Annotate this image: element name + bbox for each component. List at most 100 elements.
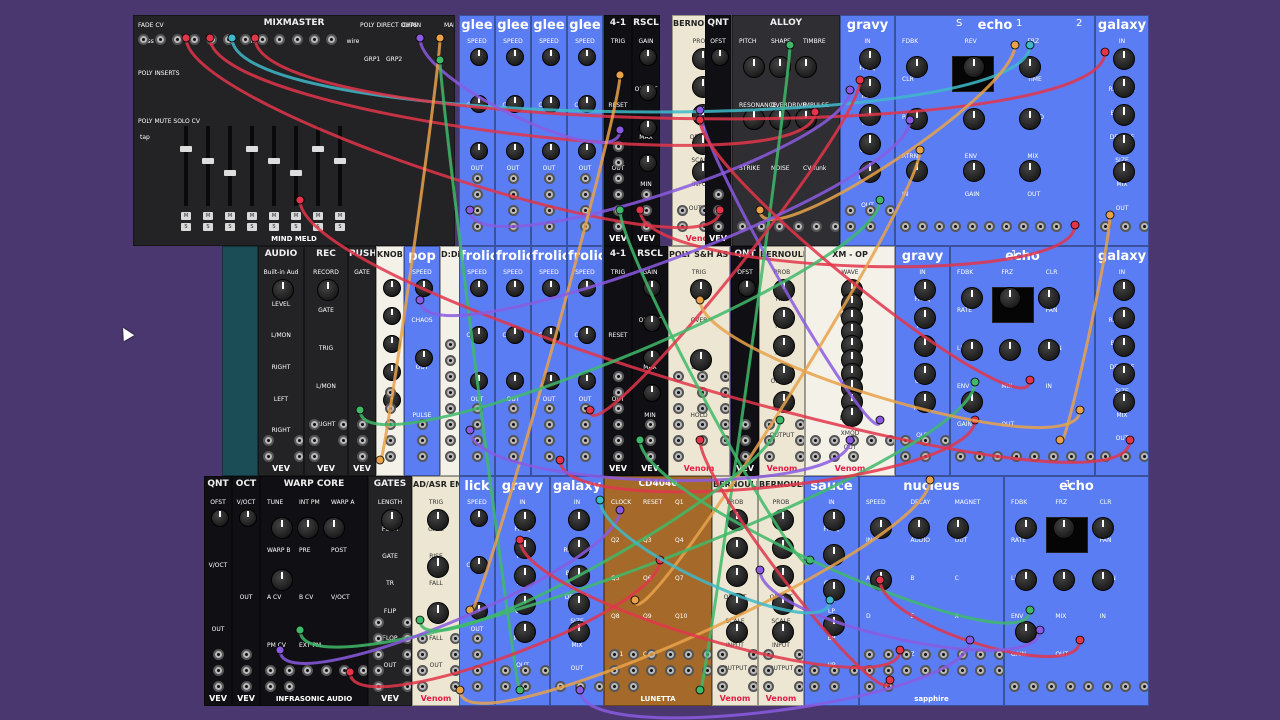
jack[interactable]: [613, 403, 624, 414]
jack[interactable]: [309, 451, 320, 462]
knob[interactable]: [506, 279, 524, 297]
jack[interactable]: [613, 387, 624, 398]
jack[interactable]: [828, 435, 840, 446]
knob[interactable]: [383, 307, 401, 325]
module-qnt3[interactable]: QNT OFST V/OCT OUT VEV: [204, 476, 232, 706]
jack[interactable]: [155, 34, 167, 45]
jack[interactable]: [544, 419, 555, 430]
jack[interactable]: [847, 451, 859, 462]
jack[interactable]: [580, 403, 591, 414]
jack[interactable]: [472, 221, 483, 232]
jack[interactable]: [274, 34, 286, 45]
knob[interactable]: [470, 95, 488, 113]
knob[interactable]: [271, 517, 293, 539]
jack[interactable]: [472, 403, 483, 414]
knob[interactable]: [726, 565, 748, 587]
knob[interactable]: [506, 325, 524, 344]
solo-button[interactable]: S: [313, 223, 323, 231]
jack[interactable]: [339, 665, 351, 676]
jack[interactable]: [613, 205, 624, 216]
jack[interactable]: [641, 205, 652, 216]
jack[interactable]: [283, 681, 295, 692]
jack[interactable]: [500, 665, 511, 676]
jack[interactable]: [500, 681, 511, 692]
jack[interactable]: [1029, 451, 1041, 462]
jack[interactable]: [645, 435, 656, 446]
knob[interactable]: [913, 363, 936, 385]
jack[interactable]: [417, 681, 428, 692]
jack[interactable]: [1119, 451, 1131, 462]
jack[interactable]: [1101, 681, 1113, 692]
knob[interactable]: [427, 555, 449, 578]
knob[interactable]: [639, 118, 657, 137]
knob[interactable]: [769, 108, 791, 130]
knob[interactable]: [726, 509, 748, 531]
jack[interactable]: [445, 403, 456, 414]
mute-button[interactable]: M: [225, 212, 235, 220]
knob[interactable]: [906, 160, 928, 182]
module-pop[interactable]: pop SPEED CHAOS OUT PULSE: [404, 246, 440, 476]
knob[interactable]: [690, 349, 712, 371]
knob[interactable]: [1015, 569, 1037, 591]
knob[interactable]: [506, 95, 524, 113]
knob[interactable]: [1113, 104, 1135, 127]
jack[interactable]: [472, 205, 483, 216]
jack[interactable]: [320, 665, 332, 676]
jack[interactable]: [508, 419, 519, 430]
knob[interactable]: [961, 391, 983, 413]
knob[interactable]: [858, 132, 881, 155]
knob[interactable]: [769, 56, 791, 78]
jack[interactable]: [338, 435, 347, 446]
jack[interactable]: [613, 141, 624, 152]
channel-fader[interactable]: [224, 126, 236, 206]
jack[interactable]: [138, 34, 149, 45]
knob[interactable]: [906, 56, 928, 78]
jack[interactable]: [795, 435, 804, 446]
knob[interactable]: [773, 335, 795, 357]
knob[interactable]: [772, 537, 794, 559]
solo-button[interactable]: S: [247, 223, 257, 231]
knob[interactable]: [568, 565, 590, 587]
module-qnt2[interactable]: QNT OFST VEV: [731, 246, 759, 476]
knob[interactable]: [643, 349, 661, 367]
jack[interactable]: [994, 665, 1003, 676]
module-frolic2[interactable]: frolicSPEEDCHAOSOUT: [495, 246, 531, 476]
jack[interactable]: [338, 419, 347, 430]
jack[interactable]: [849, 665, 858, 676]
jack[interactable]: [763, 665, 774, 676]
knob[interactable]: [743, 108, 765, 130]
knob[interactable]: [962, 108, 985, 130]
knob[interactable]: [542, 279, 560, 297]
knob[interactable]: [542, 372, 560, 391]
jack[interactable]: [720, 435, 729, 446]
jack[interactable]: [919, 665, 931, 676]
jack[interactable]: [594, 681, 603, 692]
jack[interactable]: [241, 665, 252, 676]
jack[interactable]: [810, 435, 821, 446]
module-sauce[interactable]: sauceINFREQRESGAINLPBPHP: [804, 476, 859, 706]
jack[interactable]: [764, 419, 775, 430]
knob[interactable]: [542, 95, 560, 113]
module-rec[interactable]: REC RECORD GATE TRIG L/MON RIGHT VEV: [304, 246, 348, 476]
jack[interactable]: [508, 435, 519, 446]
mute-button[interactable]: M: [181, 212, 191, 220]
jack[interactable]: [402, 681, 411, 692]
knob[interactable]: [1113, 160, 1135, 183]
jack[interactable]: [555, 681, 566, 692]
module-div[interactable]: D:Div: [440, 246, 460, 476]
jack[interactable]: [1119, 221, 1131, 232]
jack[interactable]: [984, 221, 996, 232]
module-frolic3[interactable]: frolicSPEEDCHAOSOUT: [531, 246, 567, 476]
knob[interactable]: [1019, 108, 1042, 130]
module-audio[interactable]: AUDIO Built-in Aud LEVEL L/MON RIGHT LEFT RIGH…: [258, 246, 304, 476]
jack[interactable]: [673, 371, 684, 382]
jack[interactable]: [580, 419, 591, 430]
channel-fader[interactable]: [202, 126, 214, 206]
knob[interactable]: [711, 48, 729, 66]
knob[interactable]: [961, 287, 983, 309]
jack[interactable]: [940, 435, 949, 446]
jack[interactable]: [385, 387, 396, 398]
jack[interactable]: [613, 221, 624, 232]
jack[interactable]: [265, 681, 276, 692]
jack[interactable]: [263, 435, 274, 446]
